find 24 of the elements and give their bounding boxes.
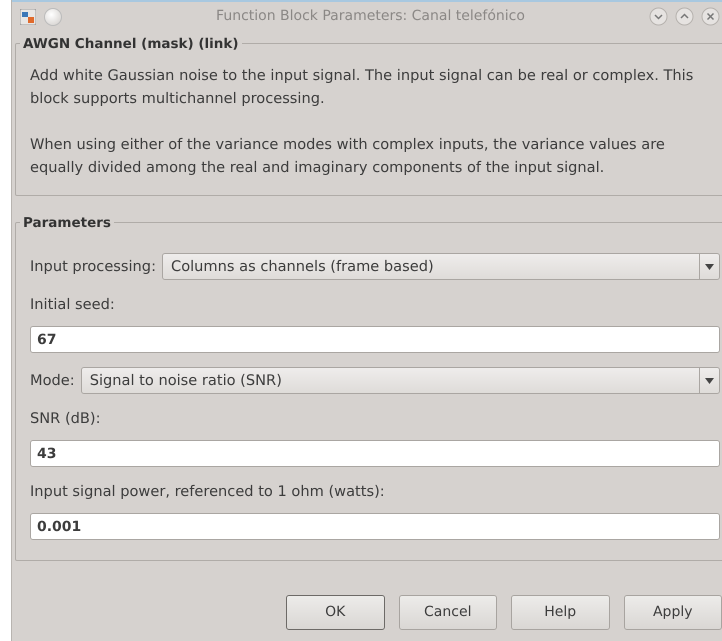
dropdown-arrow-icon <box>705 264 714 270</box>
window-title: Function Block Parameters: Canal telefónico <box>215 7 526 26</box>
field-label: Input processing: <box>30 256 156 277</box>
window-button[interactable] <box>44 8 62 26</box>
input-field[interactable]: 0.001 <box>30 513 720 540</box>
description-text: When using either of the variance modes with complex inputs, the variance values are equally divided among the real and imaginary components of the input signal. <box>30 134 666 178</box>
dropdown[interactable]: Columns as channels (frame based) <box>162 253 720 280</box>
minimize-icon[interactable] <box>649 7 668 26</box>
input-field[interactable]: 67 <box>30 326 720 354</box>
dialog-button[interactable]: OK <box>286 595 384 630</box>
maximize-icon[interactable] <box>675 7 694 26</box>
field-label: Initial seed: <box>30 295 116 316</box>
dropdown-arrow-icon <box>705 378 714 384</box>
field-label: Input signal power, referenced to 1 ohm (watts): <box>30 482 386 502</box>
description-text: Add white Gaussian noise to the input signal. The input signal can be real or complex. This block supports multichannel processing. <box>30 66 694 110</box>
dropdown[interactable]: Signal to noise ratio (SNR) <box>80 367 720 394</box>
dialog-button[interactable]: Apply <box>624 595 722 630</box>
input-field[interactable]: 43 <box>30 440 720 468</box>
close-icon[interactable] <box>701 7 720 26</box>
dialog-button[interactable]: Cancel <box>398 595 497 630</box>
app-icon <box>20 8 36 24</box>
dialog-button[interactable]: Help <box>511 595 610 630</box>
field-label: SNR (dB): <box>30 409 102 430</box>
field-label: Mode: <box>30 370 75 391</box>
